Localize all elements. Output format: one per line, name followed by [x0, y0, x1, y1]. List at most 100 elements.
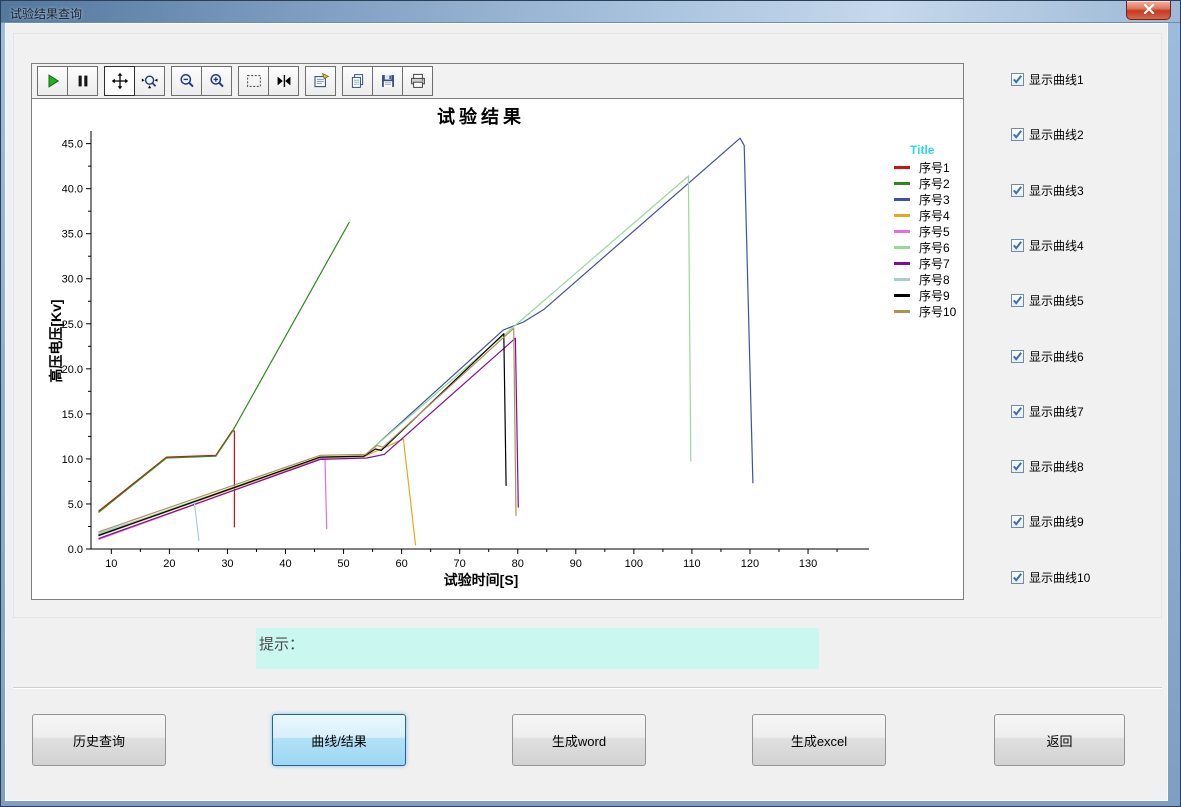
curve-toggle-label: 显示曲线9 [1029, 513, 1084, 530]
legend-item: 序号9 [894, 287, 956, 303]
zoom-dynamic-button[interactable] [134, 66, 165, 96]
save-icon [379, 72, 397, 90]
legend-item: 序号8 [894, 271, 956, 287]
legend-label: 序号10 [919, 303, 956, 320]
play-icon [44, 72, 62, 90]
curve-toggle-1[interactable]: 显示曲线1 [1011, 71, 1084, 88]
fit-axes-button[interactable] [268, 66, 299, 96]
curve-toggle-9[interactable]: 显示曲线9 [1011, 513, 1084, 530]
curve-toggle-label: 显示曲线1 [1029, 71, 1084, 88]
toolbar-group [305, 66, 335, 96]
pause-button[interactable] [67, 66, 98, 96]
select-region-button[interactable] [238, 66, 269, 96]
toolbar-group [104, 66, 164, 96]
checkbox-checked-icon[interactable] [1011, 294, 1024, 307]
toolbar-group [37, 66, 97, 96]
curve-toggle-label: 显示曲线5 [1029, 292, 1084, 309]
checkbox-checked-icon[interactable] [1011, 184, 1024, 197]
svg-text:80: 80 [512, 558, 524, 570]
close-button[interactable] [1126, 1, 1171, 20]
toolbar-group [342, 66, 432, 96]
x-axis-label: 试验时间[S] [444, 570, 519, 590]
checkbox-checked-icon[interactable] [1011, 73, 1024, 86]
legend-swatch [894, 198, 910, 201]
legend-label: 序号1 [919, 159, 950, 176]
series-line [99, 431, 235, 527]
zoom-out-button[interactable] [171, 66, 202, 96]
legend-swatch [894, 278, 910, 281]
legend-label: 序号4 [919, 207, 950, 224]
legend-item: 序号10 [894, 303, 956, 319]
legend-item: 序号3 [894, 191, 956, 207]
series-line [99, 439, 416, 545]
properties-icon [312, 72, 330, 90]
copy-button[interactable] [342, 66, 373, 96]
zoom-out-icon [178, 72, 196, 90]
curve-toggle-10[interactable]: 显示曲线10 [1011, 569, 1090, 586]
checkbox-checked-icon[interactable] [1011, 128, 1024, 141]
legend-swatch [894, 182, 910, 185]
generate-excel-button[interactable]: 生成excel [752, 714, 886, 766]
curve-toggle-2[interactable]: 显示曲线2 [1011, 126, 1084, 143]
zoom-in-button[interactable] [201, 66, 232, 96]
history-query-button[interactable]: 历史查询 [32, 714, 166, 766]
svg-text:60: 60 [395, 558, 407, 570]
legend-swatch [894, 262, 910, 265]
svg-text:70: 70 [454, 558, 466, 570]
print-button[interactable] [402, 66, 433, 96]
svg-text:35.0: 35.0 [62, 229, 83, 241]
pan-button[interactable] [104, 66, 135, 96]
save-button[interactable] [372, 66, 403, 96]
back-button[interactable]: 返回 [994, 714, 1125, 766]
svg-text:10.0: 10.0 [62, 454, 83, 466]
checkbox-checked-icon[interactable] [1011, 405, 1024, 418]
series-line [99, 222, 350, 513]
curve-toggle-3[interactable]: 显示曲线3 [1011, 182, 1084, 199]
curve-toggle-label: 显示曲线7 [1029, 403, 1084, 420]
zoom-dynamic-icon [141, 72, 159, 90]
series-line [99, 459, 327, 540]
close-icon [1143, 1, 1155, 19]
checkbox-checked-icon[interactable] [1011, 350, 1024, 363]
footer-separator [13, 687, 1162, 689]
series-line [99, 138, 753, 535]
copy-icon [349, 72, 367, 90]
line-chart: 1020304050607080901001101201300.05.010.0… [32, 99, 963, 599]
axes [91, 131, 869, 549]
legend-label: 序号3 [919, 191, 950, 208]
curve-toggle-6[interactable]: 显示曲线6 [1011, 348, 1084, 365]
legend-swatch [894, 230, 910, 233]
curve-toggle-4[interactable]: 显示曲线4 [1011, 237, 1084, 254]
zoom-in-icon [208, 72, 226, 90]
svg-text:40.0: 40.0 [62, 184, 83, 196]
legend-label: 序号5 [919, 223, 950, 240]
checkbox-checked-icon[interactable] [1011, 571, 1024, 584]
print-icon [409, 72, 427, 90]
titlebar[interactable]: 试验结果查询 [1, 1, 1180, 23]
generate-word-button[interactable]: 生成word [512, 714, 646, 766]
curve-toggle-5[interactable]: 显示曲线5 [1011, 292, 1084, 309]
curve-toggle-8[interactable]: 显示曲线8 [1011, 458, 1084, 475]
svg-text:110: 110 [683, 558, 701, 570]
curve-toggle-label: 显示曲线10 [1029, 569, 1090, 586]
plot-region: 1020304050607080901001101201300.05.010.0… [32, 99, 963, 599]
svg-text:120: 120 [741, 558, 759, 570]
checkbox-checked-icon[interactable] [1011, 515, 1024, 528]
legend-item: 序号7 [894, 255, 956, 271]
properties-button[interactable] [305, 66, 336, 96]
checkbox-checked-icon[interactable] [1011, 239, 1024, 252]
curve-toggle-label: 显示曲线6 [1029, 348, 1084, 365]
curve-toggle-label: 显示曲线4 [1029, 237, 1084, 254]
svg-text:40: 40 [279, 558, 291, 570]
hint-box: 提示： [256, 628, 819, 669]
legend-title: Title [910, 143, 956, 157]
curve-result-button[interactable]: 曲线/结果 [272, 714, 406, 766]
checkbox-checked-icon[interactable] [1011, 460, 1024, 473]
play-button[interactable] [37, 66, 68, 96]
curve-toggle-7[interactable]: 显示曲线7 [1011, 403, 1084, 420]
pan-icon [111, 72, 129, 90]
fit-axes-icon [275, 72, 293, 90]
legend-item: 序号6 [894, 239, 956, 255]
window-title: 试验结果查询 [10, 5, 82, 22]
app-window: 试验结果查询 1020304050607080901001101201300.0… [0, 0, 1181, 807]
